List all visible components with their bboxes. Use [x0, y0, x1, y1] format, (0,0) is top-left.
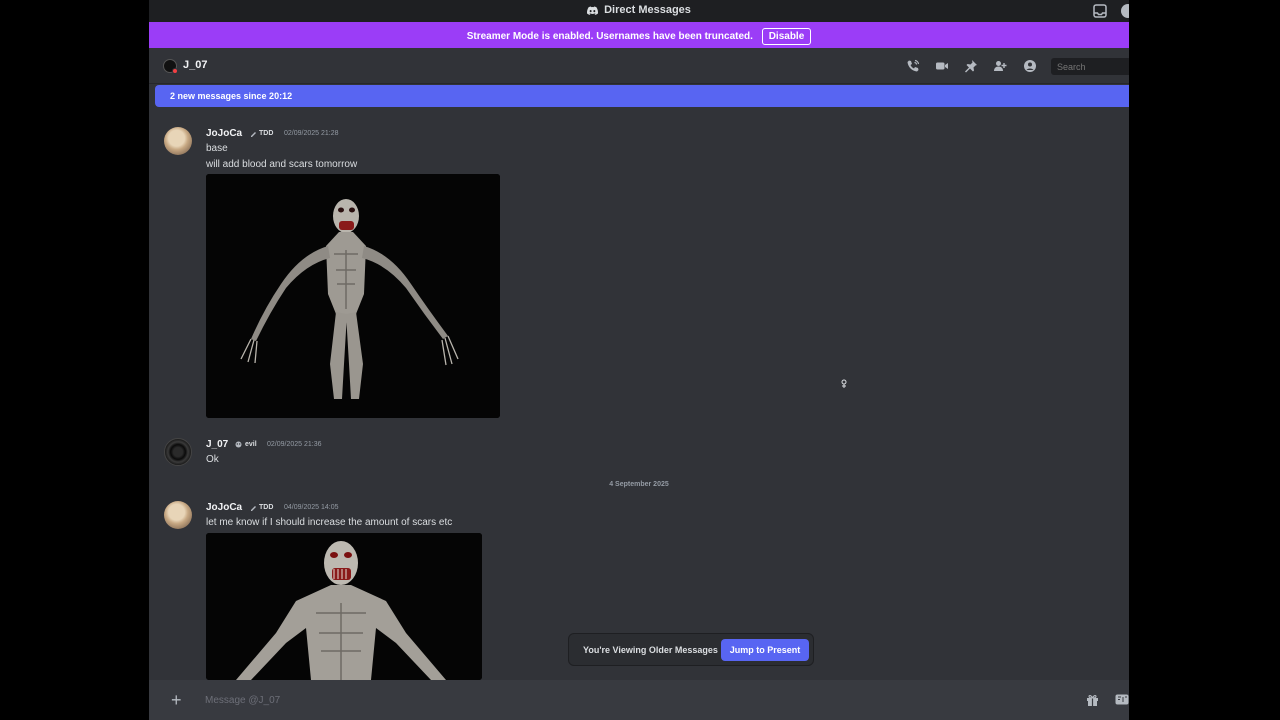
- date-divider-label: 4 September 2025: [609, 481, 669, 488]
- message-composer: +: [149, 680, 1129, 720]
- image-attachment[interactable]: [206, 174, 500, 418]
- message-timestamp[interactable]: 02/09/2025 21:36: [267, 441, 322, 448]
- profile-icon[interactable]: [1023, 59, 1037, 73]
- window-title-text: Direct Messages: [604, 4, 691, 16]
- message-author[interactable]: JoJoCa: [206, 502, 242, 513]
- role-badge-icon: [235, 441, 242, 448]
- search-input[interactable]: [1051, 58, 1129, 75]
- message-author[interactable]: J_07: [206, 439, 228, 450]
- dm-avatar[interactable]: [163, 59, 178, 74]
- message-timestamp[interactable]: 04/09/2025 14:05: [284, 504, 339, 511]
- message-line: base: [206, 143, 228, 154]
- role-tag[interactable]: TDD: [259, 130, 273, 137]
- add-attachment-button[interactable]: +: [171, 691, 182, 709]
- creature-render-closeup-image: [206, 533, 482, 680]
- older-messages-bar: You're Viewing Older Messages Jump to Pr…: [568, 633, 814, 666]
- avatar[interactable]: [164, 438, 192, 466]
- gif-icon[interactable]: [1115, 694, 1129, 705]
- inbox-icon[interactable]: [1093, 4, 1107, 18]
- older-messages-label: You're Viewing Older Messages: [583, 645, 718, 655]
- avatar[interactable]: [164, 501, 192, 529]
- image-attachment[interactable]: [206, 533, 482, 680]
- message-line: will add blood and scars tomorrow: [206, 159, 358, 170]
- message-timestamp[interactable]: 02/09/2025 21:28: [284, 130, 339, 137]
- help-icon[interactable]: [1121, 4, 1129, 18]
- pin-icon[interactable]: [964, 59, 978, 73]
- role-tag[interactable]: TDD: [259, 504, 273, 511]
- discord-logo-icon: [587, 6, 599, 15]
- title-bar: Direct Messages: [149, 0, 1129, 22]
- streamer-mode-banner: Streamer Mode is enabled. Usernames have…: [149, 22, 1129, 48]
- new-messages-text: 2 new messages since 20:12: [170, 91, 293, 101]
- avatar[interactable]: [164, 127, 192, 155]
- message-input[interactable]: [205, 692, 1005, 708]
- disable-streamer-mode-button[interactable]: Disable: [761, 28, 812, 45]
- dm-header: J_07: [149, 48, 1129, 84]
- role-badge-icon: [251, 506, 256, 511]
- video-camera-icon[interactable]: [935, 59, 949, 73]
- role-tag[interactable]: evil: [245, 441, 257, 448]
- new-messages-bar[interactable]: 2 new messages since 20:12: [155, 85, 1129, 107]
- message-line: Ok: [206, 454, 219, 465]
- gift-icon[interactable]: [1086, 694, 1099, 706]
- role-badge-icon: [251, 132, 256, 137]
- discord-window: Direct Messages Streamer Mode is enabled…: [149, 0, 1129, 720]
- dm-name[interactable]: J_07: [183, 59, 207, 71]
- message-line: let me know if I should increase the amo…: [206, 517, 453, 528]
- add-friend-icon[interactable]: [993, 59, 1007, 73]
- window-title: Direct Messages: [149, 4, 1129, 16]
- streamer-mode-text: Streamer Mode is enabled. Usernames have…: [466, 31, 753, 42]
- cursor-icon: [841, 379, 847, 388]
- status-dot: [172, 68, 178, 74]
- phone-call-icon[interactable]: [906, 59, 920, 73]
- creature-render-image: [206, 174, 500, 418]
- message-author[interactable]: JoJoCa: [206, 128, 242, 139]
- jump-to-present-button[interactable]: Jump to Present: [721, 639, 809, 661]
